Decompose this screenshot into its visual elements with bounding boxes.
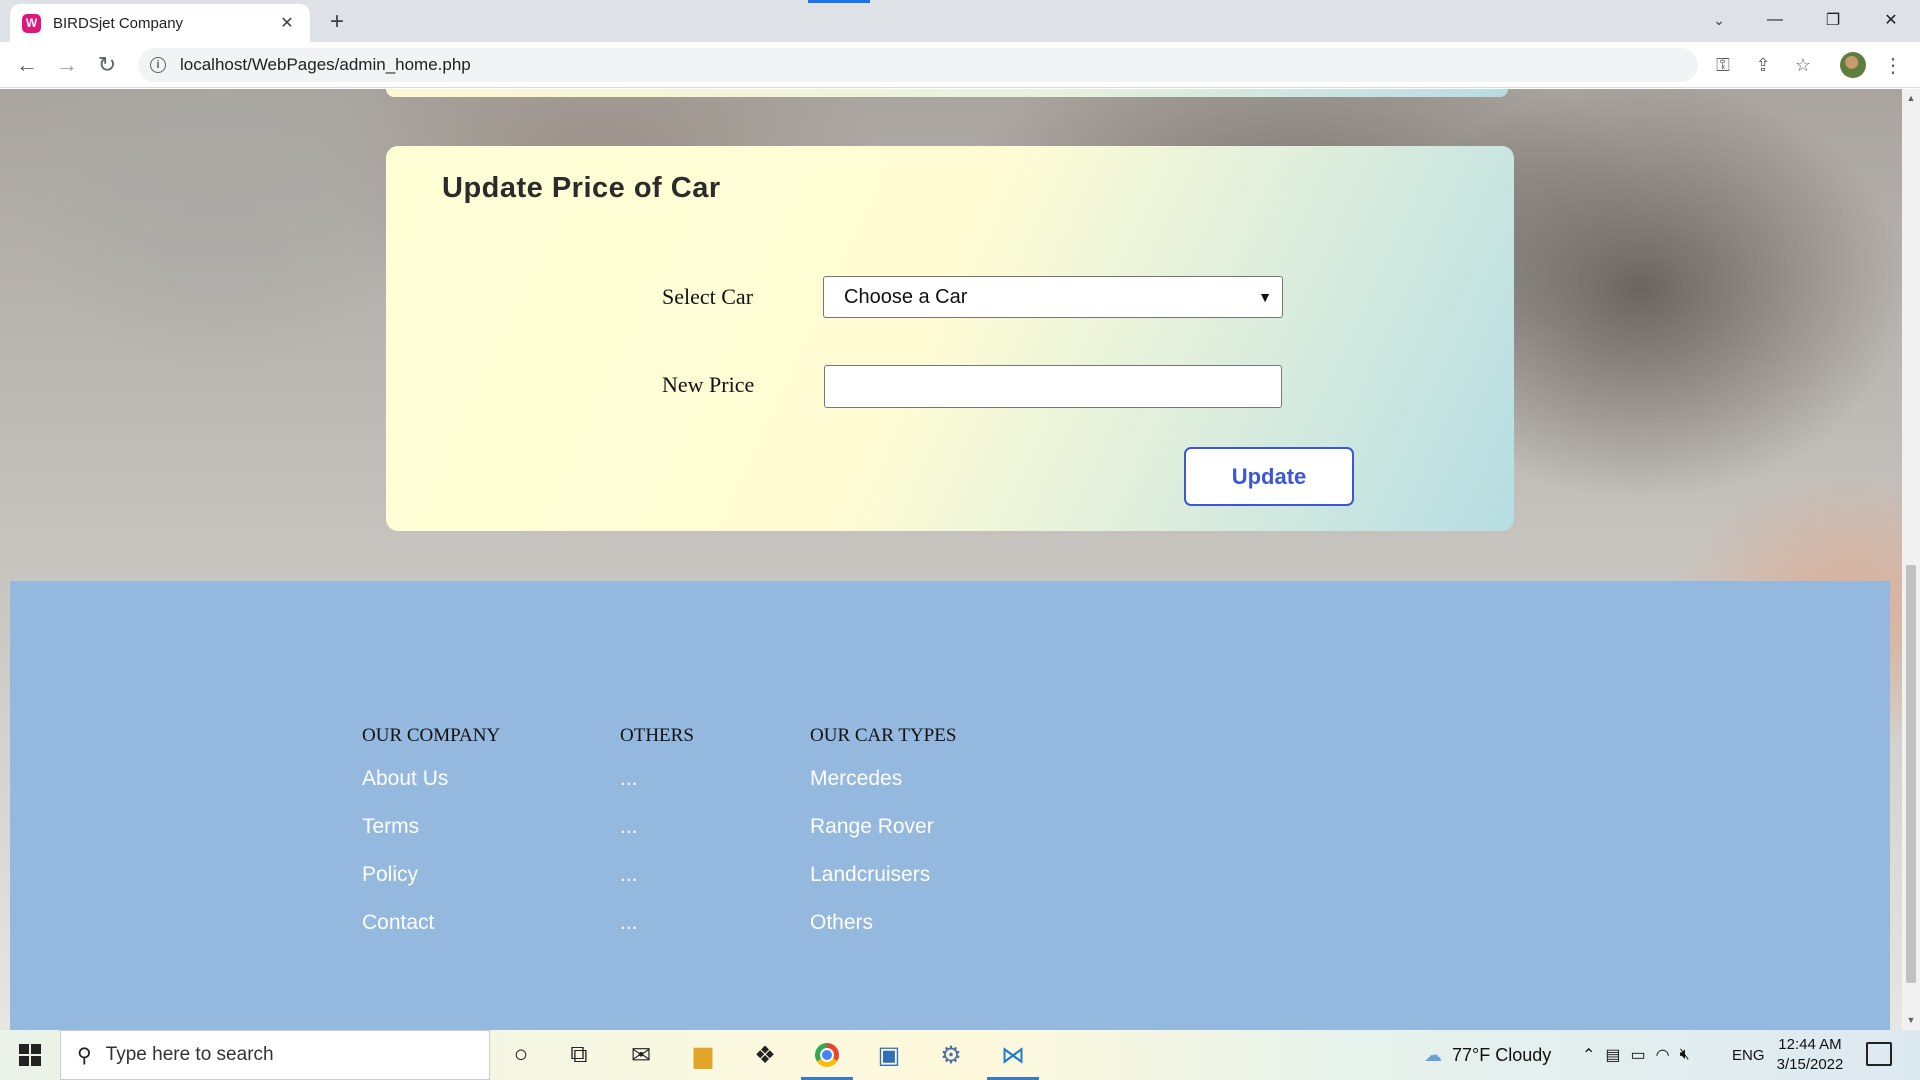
browser-menu-icon[interactable]: ⋮ [1880,52,1906,78]
settings-gear-icon[interactable]: ⚙ [922,1030,980,1080]
browser-tab-active[interactable]: W BIRDSjet Company ✕ [10,4,310,42]
browser-tabbar: W BIRDSjet Company ✕ + ⌄ — ❐ ✕ [0,0,1920,42]
profile-avatar[interactable] [1840,52,1866,78]
window-controls: — ❐ ✕ [1746,0,1920,40]
pycharm-icon[interactable]: ▣ [860,1030,918,1080]
footer-link-landcruisers[interactable]: Landcruisers [810,863,956,911]
network-adapter-icon[interactable]: ▤ [1605,1045,1620,1065]
notifications-icon[interactable] [1866,1042,1892,1066]
language-indicator[interactable]: ENG [1732,1030,1765,1080]
car-select-dropdown[interactable]: Choose a Car ▼ [823,276,1283,318]
car-select-value: Choose a Car [844,285,968,308]
taskbar-search-box[interactable]: ⚲ Type here to search [60,1030,490,1080]
url-text: localhost/WebPages/admin_home.php [180,55,471,74]
card-title: Update Price of Car [442,172,721,204]
share-icon[interactable]: ⇪ [1750,52,1776,78]
footer-heading: OUR COMPANY [362,725,501,746]
site-footer: OUR COMPANY About Us Terms Policy Contac… [10,581,1890,1030]
search-icon: ⚲ [77,1044,92,1067]
site-info-icon[interactable]: i [150,57,166,73]
page-viewport: Update Price of Car Select Car Choose a … [0,89,1902,1030]
minimize-button[interactable]: — [1746,0,1804,40]
footer-column-company: OUR COMPANY About Us Terms Policy Contac… [362,725,500,959]
footer-column-others: OTHERS ... ... ... ... [620,725,694,959]
new-tab-button[interactable]: + [322,8,352,36]
footer-heading: OUR CAR TYPES [810,725,957,746]
tray-chevron-up-icon[interactable]: ⌃ [1582,1045,1595,1065]
password-key-icon[interactable]: ⚿ [1710,52,1736,78]
new-price-input[interactable] [824,365,1282,408]
back-arrow-icon[interactable]: ← [12,50,42,80]
footer-link-mercedes[interactable]: Mercedes [810,767,956,815]
site-favicon-icon: W [22,13,41,33]
tab-strip-indicator [808,0,870,3]
footer-link-placeholder[interactable]: ... [620,767,694,815]
page-scrollbar[interactable]: ▲ ▼ [1902,89,1920,1030]
weather-text: 77°F Cloudy [1452,1044,1552,1065]
weather-widget[interactable]: ☁ 77°F Cloudy [1424,1030,1551,1080]
restore-button[interactable]: ❐ [1804,0,1862,40]
chevron-down-icon: ▼ [1258,289,1272,305]
windows-taskbar: ⚲ Type here to search ○ ⧉ ✉ ▆ ❖ ▣ ⚙ ⋈ ☁ … [0,1030,1920,1080]
footer-link-range-rover[interactable]: Range Rover [810,815,956,863]
wifi-icon[interactable]: ◠ [1656,1045,1670,1065]
footer-link-placeholder[interactable]: ... [620,863,694,911]
forward-arrow-icon[interactable]: → [52,50,82,80]
clock-date: 3/15/2022 [1776,1056,1844,1073]
system-tray-icons: ⌃ ▤ ▭ ◠ 🔇︎ [1582,1030,1690,1080]
start-button[interactable] [0,1030,60,1080]
previous-card-edge [386,89,1508,97]
footer-heading: OTHERS [620,725,694,746]
file-explorer-icon[interactable]: ▆ [674,1030,732,1080]
footer-column-car-types: OUR CAR TYPES Mercedes Range Rover Landc… [810,725,956,959]
cortana-icon[interactable]: ○ [492,1030,550,1080]
tab-search-chevron-icon[interactable]: ⌄ [1704,6,1734,34]
footer-link-contact[interactable]: Contact [362,911,500,959]
windows-logo-icon [19,1044,41,1066]
scroll-down-icon[interactable]: ▼ [1906,1015,1916,1025]
select-car-label: Select Car [662,284,754,309]
new-price-label: New Price [662,372,755,397]
scroll-up-icon[interactable]: ▲ [1906,93,1916,103]
address-bar[interactable]: i localhost/WebPages/admin_home.php [138,48,1698,82]
cloud-icon: ☁ [1424,1044,1442,1065]
taskbar-search-placeholder: Type here to search [105,1044,274,1065]
browser-toolbar: ← → ↻ i localhost/WebPages/admin_home.ph… [0,42,1920,88]
bookmark-star-icon[interactable]: ☆ [1790,52,1816,78]
footer-link-about-us[interactable]: About Us [362,767,500,815]
vscode-icon[interactable]: ⋈ [984,1030,1042,1080]
footer-link-terms[interactable]: Terms [362,815,500,863]
close-window-button[interactable]: ✕ [1862,0,1920,40]
tab-close-icon[interactable]: ✕ [276,12,298,34]
footer-link-others[interactable]: Others [810,911,956,959]
tab-title: BIRDSjet Company [53,14,184,32]
update-price-card: Update Price of Car Select Car Choose a … [386,146,1514,531]
chrome-icon[interactable] [798,1030,856,1080]
reload-icon[interactable]: ↻ [92,50,122,80]
footer-link-placeholder[interactable]: ... [620,911,694,959]
scrollbar-thumb[interactable] [1906,565,1916,983]
footer-link-placeholder[interactable]: ... [620,815,694,863]
clock-time: 12:44 AM [1778,1036,1842,1053]
task-view-icon[interactable]: ⧉ [550,1030,608,1080]
footer-link-policy[interactable]: Policy [362,863,500,911]
dropbox-icon[interactable]: ❖ [736,1030,794,1080]
update-button[interactable]: Update [1184,447,1354,506]
chrome-logo-icon [815,1043,839,1067]
taskbar-clock[interactable]: 12:44 AM 3/15/2022 [1770,1035,1850,1075]
mail-icon[interactable]: ✉ [612,1030,670,1080]
battery-icon[interactable]: ▭ [1631,1045,1646,1065]
volume-muted-icon[interactable]: 🔇︎ [1680,1046,1690,1064]
